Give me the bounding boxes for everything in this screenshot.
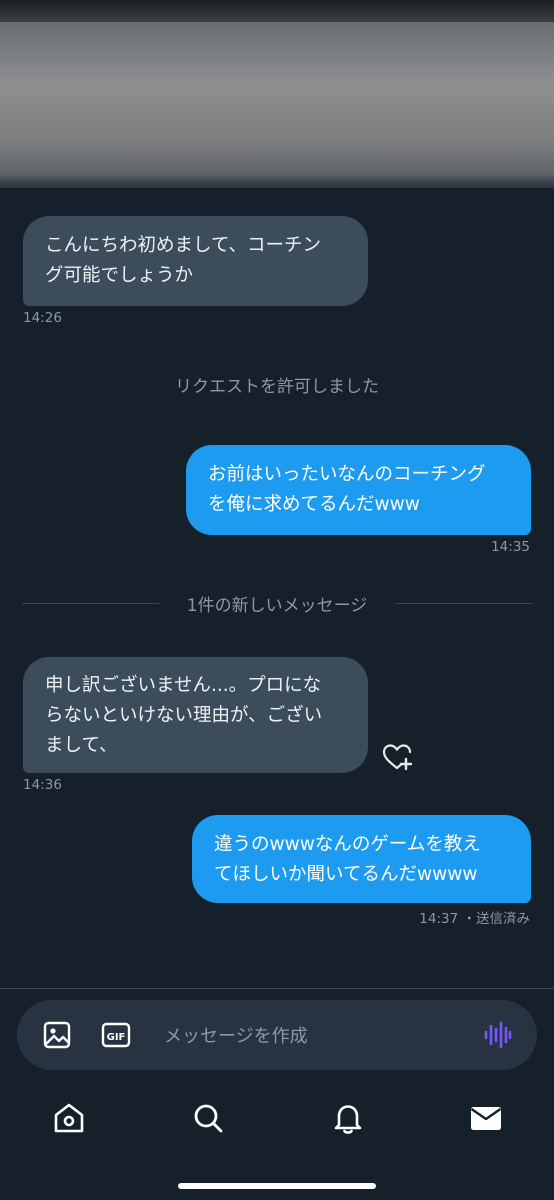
sent-status: ・送信済み xyxy=(462,911,531,927)
media-banner[interactable] xyxy=(0,0,554,188)
bell-icon[interactable] xyxy=(330,1100,366,1136)
banner-top-edge xyxy=(0,0,554,22)
message-timestamp: 14:35 xyxy=(491,539,530,555)
message-status: 14:37 ・送信済み xyxy=(419,907,530,927)
bottom-navigation xyxy=(0,1090,554,1150)
incoming-message-bubble[interactable]: 申し訳ございません...。プロにな らないといけない理由が、ござい まして、 xyxy=(23,657,368,773)
voice-icon[interactable] xyxy=(481,1019,513,1051)
system-notice: リクエストを許可しました xyxy=(175,377,379,397)
search-icon[interactable] xyxy=(190,1100,226,1136)
incoming-message-bubble[interactable]: こんにちわ初めまして、コーチン グ可能でしょうか xyxy=(23,216,368,306)
message-composer[interactable]: GIF メッセージを作成 xyxy=(17,1000,537,1070)
divider-line-right xyxy=(396,603,532,604)
heart-plus-icon[interactable] xyxy=(380,740,414,774)
home-indicator xyxy=(178,1183,376,1189)
home-icon[interactable] xyxy=(51,1100,87,1136)
gif-icon[interactable]: GIF xyxy=(100,1019,132,1051)
outgoing-message-bubble[interactable]: お前はいったいなんのコーチング を俺に求めてるんだwww xyxy=(186,445,531,535)
message-timestamp: 14:37 xyxy=(419,911,459,927)
composer-divider xyxy=(0,988,554,989)
image-icon[interactable] xyxy=(41,1019,73,1051)
message-input[interactable]: メッセージを作成 xyxy=(164,1022,308,1048)
mail-icon[interactable] xyxy=(468,1100,504,1136)
banner-bottom-shade xyxy=(0,174,554,188)
outgoing-message-bubble[interactable]: 違うのwwwなんのゲームを教え てほしいか聞いてるんだwwww xyxy=(192,815,531,903)
message-timestamp: 14:26 xyxy=(23,310,62,326)
svg-text:GIF: GIF xyxy=(107,1032,126,1043)
message-timestamp: 14:36 xyxy=(23,777,62,793)
